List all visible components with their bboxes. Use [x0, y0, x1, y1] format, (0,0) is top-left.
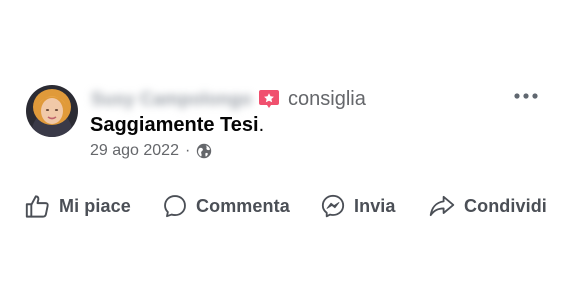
review-text-body: Saggiamente Tesi — [90, 114, 259, 136]
more-options-button[interactable] — [511, 86, 541, 106]
comment-icon — [164, 195, 186, 218]
share-button[interactable]: Condividi — [428, 189, 547, 223]
comment-label: Commenta — [196, 195, 290, 216]
review-text: Saggiamente Tesi. — [90, 114, 264, 137]
send-button[interactable]: Invia — [320, 189, 396, 223]
recommendation-post: Susy Campolongo consiglia Saggiamente Te… — [0, 0, 563, 300]
like-label: Mi piace — [59, 195, 131, 216]
like-button[interactable]: Mi piace — [24, 189, 131, 223]
review-text-punct: . — [258, 114, 265, 136]
post-actions-bar: Mi piace Commenta Invia Condividi — [0, 189, 563, 223]
meta-separator: · — [184, 142, 191, 159]
post-meta: 29 ago 2022 · — [90, 141, 212, 161]
comment-button[interactable]: Commenta — [162, 189, 290, 223]
globe-icon[interactable] — [196, 143, 212, 159]
author-name[interactable]: Susy Campolongo — [91, 89, 252, 110]
post-header: Susy Campolongo consiglia — [91, 86, 366, 112]
thumbs-up-icon — [25, 194, 49, 218]
send-label: Invia — [354, 195, 396, 216]
post-action-text: consiglia — [288, 87, 366, 110]
share-icon — [429, 195, 455, 217]
more-options-icon — [514, 93, 538, 99]
post-date[interactable]: 29 ago 2022 — [90, 142, 179, 160]
messenger-icon — [321, 194, 345, 218]
share-label: Condividi — [464, 195, 547, 216]
avatar-image — [26, 85, 78, 137]
avatar[interactable] — [26, 85, 78, 137]
recommend-star-icon — [258, 88, 280, 110]
